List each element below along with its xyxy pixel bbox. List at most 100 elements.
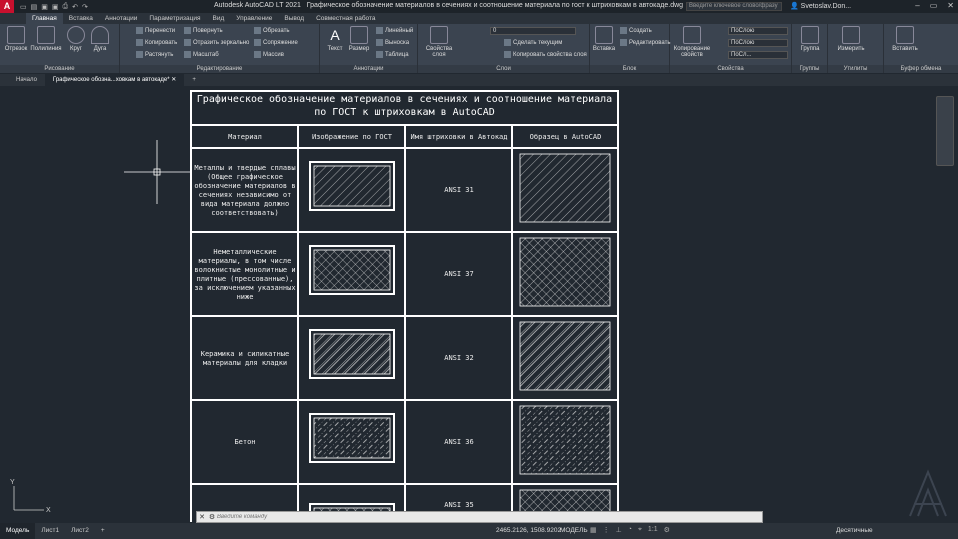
text-button[interactable]: A Текст bbox=[322, 26, 348, 52]
lineweight-dropdown[interactable]: ПоСл... bbox=[728, 51, 788, 59]
drawing-canvas[interactable]: Y X Графическое обозначение материалов в… bbox=[0, 86, 958, 522]
scale-button[interactable]: Масштаб bbox=[184, 51, 219, 58]
save-icon[interactable]: ▣ bbox=[41, 3, 48, 11]
settings-icon[interactable]: ⚙ bbox=[664, 526, 670, 534]
trim-button[interactable]: Обрезать bbox=[254, 27, 289, 34]
osnap-icon[interactable]: ⌖ bbox=[638, 526, 642, 534]
document-tabs: Начало Графическое обозна...ховкам в авт… bbox=[0, 74, 958, 86]
annotation-panel-label[interactable]: Аннотации bbox=[320, 65, 417, 73]
window-title: Autodesk AutoCAD LT 2021 Графическое обо… bbox=[214, 2, 684, 9]
rotate-icon bbox=[184, 27, 191, 34]
measure-button[interactable]: Измерить bbox=[834, 26, 868, 52]
new-tab-button[interactable]: + bbox=[184, 74, 204, 86]
save-as-icon[interactable]: ▣ bbox=[52, 3, 59, 11]
units-dropdown[interactable]: Десятичные bbox=[836, 527, 873, 534]
material-cell: Неметаллические материалы, в том числе в… bbox=[194, 247, 296, 301]
tab-model[interactable]: Модель bbox=[0, 523, 36, 539]
header-gost-image: Изображение по ГОСТ bbox=[311, 132, 393, 141]
fillet-button[interactable]: Сопряжение bbox=[254, 39, 298, 46]
edit-block-button[interactable]: Редактировать bbox=[620, 39, 670, 46]
group-button[interactable]: Группа bbox=[796, 26, 824, 52]
annotation-panel: A Текст Размер Линейный Выноска Таблица А… bbox=[320, 24, 418, 73]
array-icon bbox=[254, 51, 261, 58]
tab-insert[interactable]: Вставка bbox=[63, 13, 99, 24]
tab-start[interactable]: Начало bbox=[8, 74, 45, 86]
copy-button[interactable]: Копировать bbox=[136, 39, 177, 46]
clipboard-panel-label[interactable]: Буфер обмена bbox=[884, 65, 958, 73]
layers-panel-label[interactable]: Слои bbox=[418, 65, 589, 73]
properties-panel-label[interactable]: Свойства bbox=[670, 65, 791, 73]
layer-properties-button[interactable]: Свойства слоя bbox=[422, 26, 456, 58]
polar-icon[interactable]: ◔ bbox=[628, 526, 632, 534]
gost-image-concrete bbox=[309, 413, 395, 463]
model-space-toggle[interactable]: МОДЕЛЬ bbox=[560, 527, 588, 534]
array-button[interactable]: Массив bbox=[254, 51, 284, 58]
table-button[interactable]: Таблица bbox=[376, 51, 409, 58]
redo-icon[interactable]: ↷ bbox=[82, 3, 88, 11]
user-account[interactable]: 👤 Svetoslav.Don... bbox=[790, 2, 851, 10]
move-button[interactable]: Перенести bbox=[136, 27, 175, 34]
layer-dropdown[interactable]: 0 bbox=[490, 27, 576, 35]
add-layout-button[interactable]: + bbox=[95, 523, 111, 539]
title-bar: A ▭ ▤ ▣ ▣ ⎙ ↶ ↷ Autodesk AutoCAD LT 2021… bbox=[0, 0, 958, 13]
create-block-button[interactable]: Создать bbox=[620, 27, 652, 34]
linetype-dropdown[interactable]: ПоСлою bbox=[728, 39, 788, 47]
tab-drawing[interactable]: Графическое обозна...ховкам в автокаде* … bbox=[44, 74, 185, 86]
mirror-button[interactable]: Отразить зеркально bbox=[184, 39, 249, 46]
hatch-name-cell: ANSI 31 bbox=[444, 186, 474, 194]
block-panel-label[interactable]: Блок bbox=[590, 65, 669, 73]
tab-manage[interactable]: Управление bbox=[230, 13, 278, 24]
mirror-icon bbox=[184, 39, 191, 46]
ortho-icon[interactable]: ⊥ bbox=[616, 526, 622, 534]
arc-button[interactable]: Дуга bbox=[86, 26, 114, 52]
draw-panel-label[interactable]: Рисование bbox=[0, 65, 119, 73]
dimension-button[interactable]: Размер bbox=[346, 26, 372, 52]
print-icon[interactable]: ⎙ bbox=[63, 3, 69, 11]
match-properties-button[interactable]: Копирование свойств bbox=[672, 26, 712, 58]
tab-parametric[interactable]: Параметризация bbox=[143, 13, 206, 24]
block-panel: Вставка Создать Редактировать Блок bbox=[590, 24, 670, 73]
color-dropdown[interactable]: ПоСлою bbox=[728, 27, 788, 35]
hatch-name-cell: ANSI 32 bbox=[444, 354, 474, 362]
paste-button[interactable]: Вставить bbox=[888, 26, 922, 52]
search-input[interactable]: Введите ключевое слово/фразу bbox=[686, 2, 782, 11]
modify-panel: Перенести Повернуть Обрезать Копировать … bbox=[120, 24, 320, 73]
tab-layout1[interactable]: Лист1 bbox=[35, 523, 65, 539]
line-button[interactable]: Отрезок bbox=[2, 26, 30, 52]
utilities-panel-label[interactable]: Утилиты bbox=[828, 65, 883, 73]
insert-block-button[interactable]: Вставка bbox=[590, 26, 618, 52]
undo-icon[interactable]: ↶ bbox=[72, 3, 78, 11]
rotate-button[interactable]: Повернуть bbox=[184, 27, 223, 34]
tab-home[interactable]: Главная bbox=[26, 13, 63, 24]
annotation-scale[interactable]: 1:1 bbox=[648, 526, 658, 534]
stretch-button[interactable]: Растянуть bbox=[136, 51, 173, 58]
open-icon[interactable]: ▤ bbox=[31, 3, 38, 11]
groups-panel-label[interactable]: Группы bbox=[792, 65, 827, 73]
material-cell: Металлы и твердые сплавы (Общее графичес… bbox=[194, 163, 296, 217]
maximize-icon[interactable]: ▭ bbox=[930, 1, 938, 10]
leader-dropdown[interactable]: Выноска bbox=[376, 39, 409, 46]
close-command-icon[interactable]: ✕ bbox=[197, 513, 207, 521]
command-input[interactable] bbox=[217, 512, 762, 522]
navigation-bar[interactable] bbox=[936, 96, 954, 166]
draw-panel: Отрезок Полилиния Круг Дуга Рисование bbox=[0, 24, 120, 73]
snap-icon[interactable]: ⋮ bbox=[603, 526, 610, 534]
customize-icon[interactable]: ⚙ bbox=[207, 513, 217, 521]
tab-collaborate[interactable]: Совместная работа bbox=[310, 13, 381, 24]
close-icon[interactable]: ✕ bbox=[947, 1, 954, 10]
match-layer-button[interactable]: Копировать свойства слоя bbox=[504, 51, 587, 58]
tab-view[interactable]: Вид bbox=[207, 13, 231, 24]
tab-layout2[interactable]: Лист2 bbox=[65, 523, 95, 539]
linear-dropdown[interactable]: Линейный bbox=[376, 27, 413, 34]
tab-output[interactable]: Вывод bbox=[278, 13, 310, 24]
grid-icon[interactable]: ▦ bbox=[590, 526, 597, 534]
app-logo-icon[interactable]: A bbox=[0, 0, 14, 13]
move-icon bbox=[136, 27, 143, 34]
new-icon[interactable]: ▭ bbox=[20, 3, 27, 11]
make-current-button[interactable]: Сделать текущим bbox=[504, 39, 562, 46]
polyline-button[interactable]: Полилиния bbox=[30, 26, 62, 52]
modify-panel-label[interactable]: Редактирование bbox=[120, 65, 319, 73]
minimize-icon[interactable]: – bbox=[915, 1, 919, 10]
tab-annotate[interactable]: Аннотации bbox=[99, 13, 144, 24]
close-tab-icon[interactable]: ✕ bbox=[171, 77, 176, 83]
